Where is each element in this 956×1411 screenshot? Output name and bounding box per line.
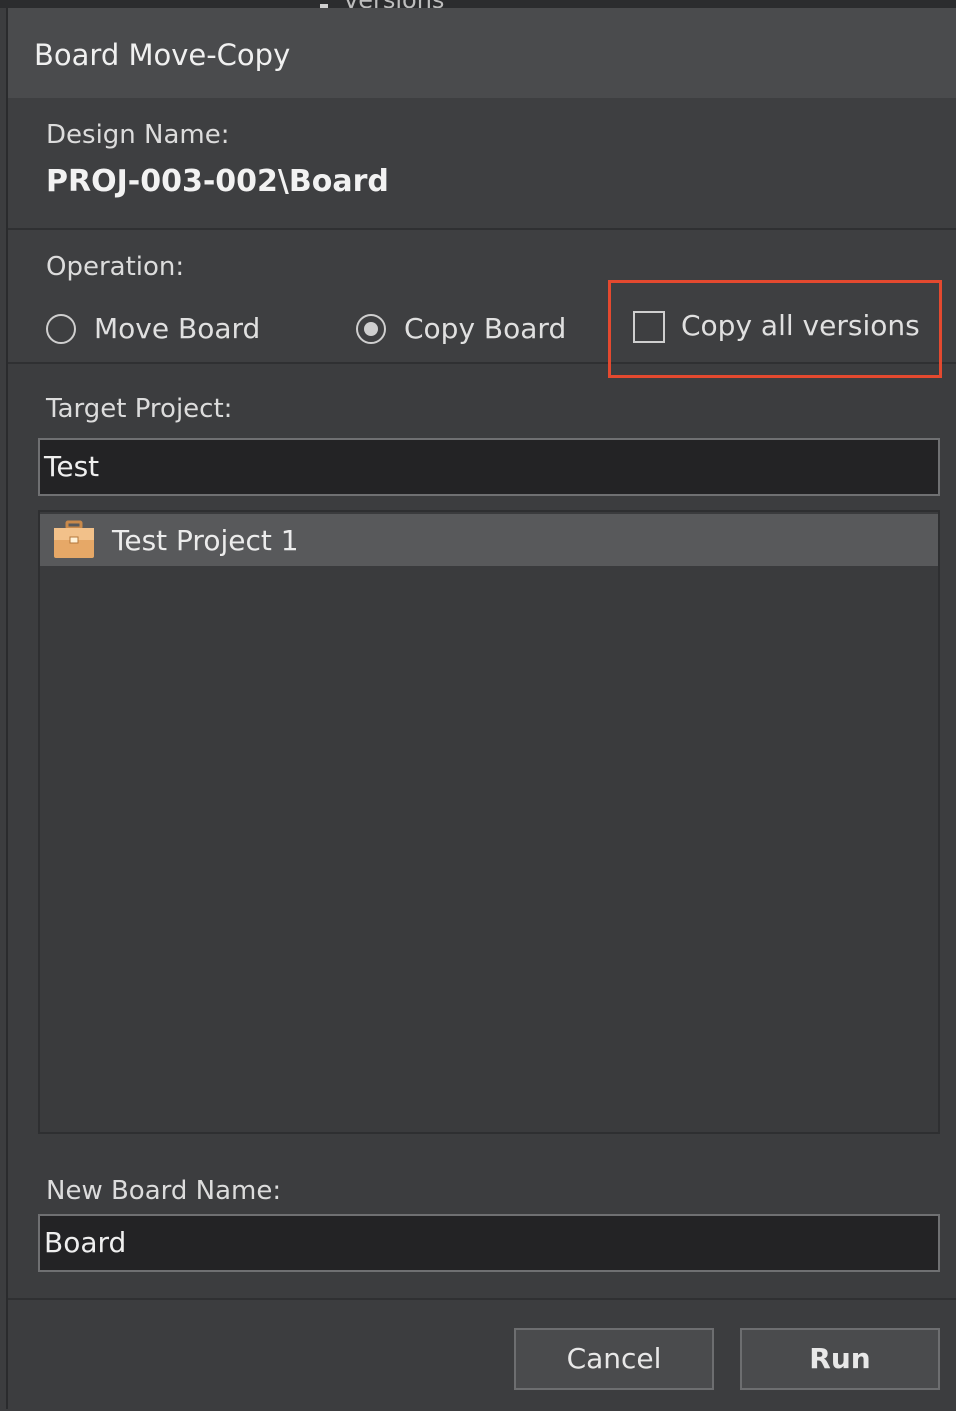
move-board-label[interactable]: Move Board: [94, 312, 260, 345]
board-move-copy-dialog: Board Move-Copy Design Name: PROJ-003-00…: [6, 8, 956, 1411]
list-item-label: Test Project 1: [112, 524, 299, 557]
target-project-input[interactable]: Test: [38, 438, 940, 496]
background-window: versions: [0, 0, 956, 8]
run-button[interactable]: Run: [740, 1328, 940, 1390]
list-item[interactable]: Test Project 1: [40, 514, 938, 566]
design-name-label: Design Name:: [46, 120, 230, 150]
new-board-name-label: New Board Name:: [46, 1176, 282, 1206]
dialog-title: Board Move-Copy: [34, 38, 291, 72]
project-list[interactable]: Test Project 1: [38, 510, 940, 1134]
design-name-value: PROJ-003-002\Board: [46, 164, 389, 199]
target-project-label: Target Project:: [46, 394, 233, 424]
dialog-titlebar[interactable]: Board Move-Copy: [8, 8, 956, 98]
copy-all-versions-checkbox[interactable]: [633, 311, 665, 343]
cancel-button[interactable]: Cancel: [514, 1328, 714, 1390]
operation-section: Operation: Move Board Copy Board Copy al…: [8, 230, 956, 378]
copy-board-radio[interactable]: [356, 314, 386, 344]
move-board-radio[interactable]: [46, 314, 76, 344]
dialog-footer: Cancel Run: [8, 1298, 956, 1411]
copy-all-versions-label[interactable]: Copy all versions: [681, 309, 920, 342]
background-text: versions: [344, 0, 444, 8]
new-board-name-input[interactable]: Board: [38, 1214, 940, 1272]
radio-selected-dot: [364, 322, 378, 336]
operation-label: Operation:: [46, 252, 185, 282]
briefcase-icon: [54, 520, 94, 558]
design-name-section: Design Name: PROJ-003-002\Board: [8, 98, 956, 230]
new-board-name-value: Board: [44, 1226, 127, 1259]
target-project-value: Test: [44, 450, 100, 483]
copy-board-label[interactable]: Copy Board: [404, 312, 566, 345]
copy-all-versions-highlight: Copy all versions: [608, 280, 942, 378]
